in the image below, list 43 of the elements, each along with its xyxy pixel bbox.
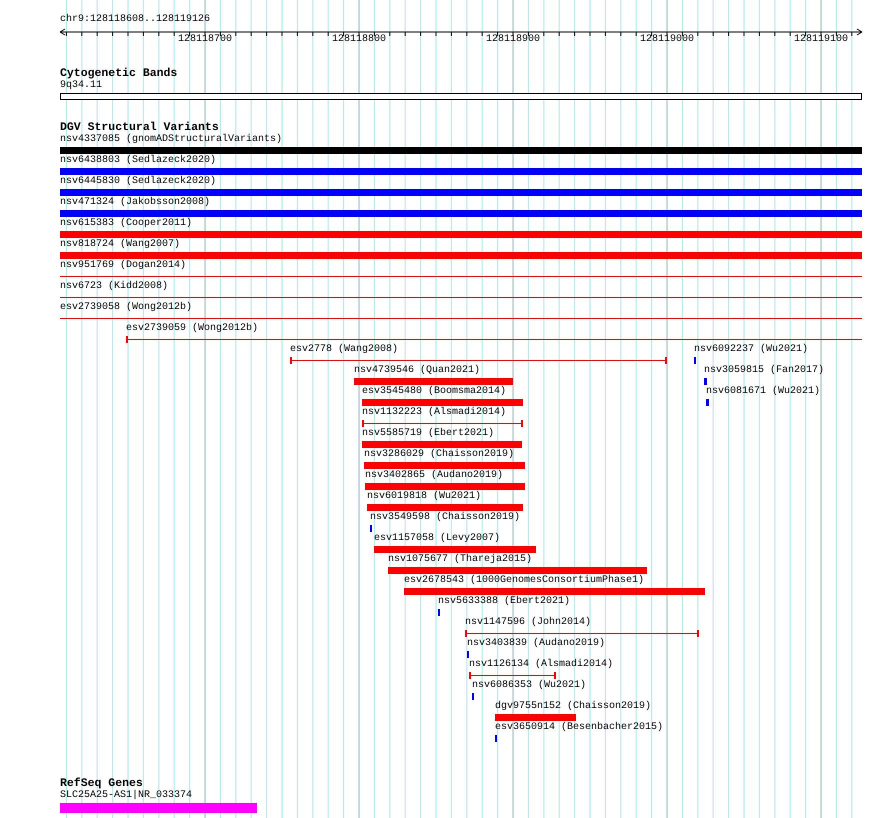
- track-title: Cytogenetic Bands: [60, 67, 178, 80]
- variant-label: dgv9755n152 (Chaisson2019): [495, 701, 652, 713]
- variant-label: esv2678543 (1000GenomesConsortiumPhase1): [404, 575, 644, 587]
- tick-label: 128119000: [640, 34, 694, 46]
- variant-label: nsv6086353 (Wu2021): [472, 680, 586, 692]
- variant-label: esv1157058 (Levy2007): [374, 533, 500, 545]
- variant-label: nsv6019818 (Wu2021): [367, 491, 482, 503]
- variant-label: nsv6445830 (Sedlazeck2020): [60, 176, 216, 188]
- variant-label: nsv615383 (Cooper2011): [60, 218, 192, 230]
- variant-label: nsv3549598 (Chaisson2019): [370, 512, 520, 524]
- variant-label: esv3545480 (Boomsma2014): [362, 386, 506, 398]
- variant-label: esv3650914 (Besenbacher2015): [495, 722, 664, 734]
- tick-label: 128118800: [332, 34, 386, 46]
- variant-label: nsv6723 (Kidd2008): [60, 281, 168, 293]
- tick-label: 128118900: [486, 34, 540, 46]
- variant-label: nsv3059815 (Fan2017): [704, 365, 824, 377]
- variant-label: nsv4337085 (gnomADStructuralVariants): [60, 134, 282, 146]
- variant-label: nsv5633388 (Ebert2021): [438, 596, 570, 608]
- gene-label: SLC25A25-AS1|NR_033374: [60, 790, 192, 802]
- variant-label: nsv818724 (Wang2007): [60, 239, 180, 251]
- variant-label: nsv3402865 (Audano2019): [365, 470, 504, 482]
- band-label: 9q34.11: [60, 80, 102, 92]
- variant-label: nsv6438803 (Sedlazeck2020): [60, 155, 216, 167]
- tick-label: 128118700: [178, 34, 232, 46]
- track-title: RefSeq Genes: [60, 777, 143, 790]
- variant-label: nsv471324 (Jakobsson2008): [60, 197, 210, 209]
- variant-label: nsv1147596 (John2014): [465, 617, 592, 629]
- variant-label: nsv6092237 (Wu2021): [694, 344, 808, 356]
- variant-label: nsv3286029 (Chaisson2019): [364, 449, 514, 461]
- tick-label: 128119100: [794, 34, 848, 46]
- variant-label: esv2778 (Wang2008): [290, 344, 398, 356]
- variant-label: esv2739058 (Wong2012b): [60, 302, 192, 314]
- variant-label: nsv1075677 (Thareja2015): [388, 554, 532, 566]
- variant-label: esv2739059 (Wong2012b): [126, 323, 258, 335]
- location-label: chr9:128118608..128119126: [60, 14, 210, 26]
- variant-label: nsv3403839 (Audano2019): [467, 638, 606, 650]
- variant-label: nsv1132223 (Alsmadi2014): [362, 407, 506, 419]
- variant-label: nsv6081671 (Wu2021): [706, 386, 820, 398]
- variant-label: nsv1126134 (Alsmadi2014): [469, 659, 614, 671]
- variant-label: nsv4739546 (Quan2021): [354, 365, 480, 377]
- variant-label: nsv951769 (Dogan2014): [60, 260, 186, 272]
- track-title: DGV Structural Variants: [60, 121, 219, 134]
- variant-label: nsv5585719 (Ebert2021): [362, 428, 494, 440]
